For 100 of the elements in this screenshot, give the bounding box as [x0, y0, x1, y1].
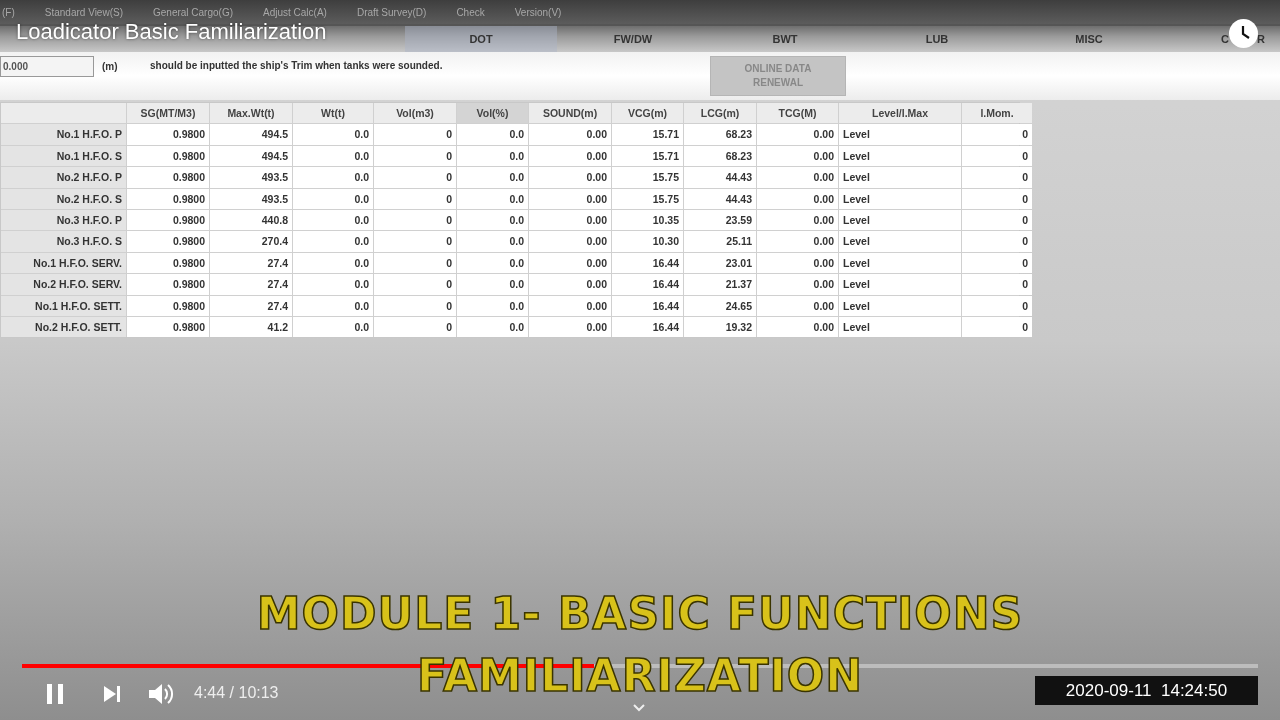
- table-cell: 0.0: [457, 252, 528, 274]
- tab[interactable]: FW/DW: [557, 26, 709, 52]
- table-cell: 0.0: [457, 124, 528, 145]
- table-cell: 0: [962, 252, 1032, 274]
- tab[interactable]: BWT: [709, 26, 861, 52]
- table-cell: Level: [839, 295, 961, 316]
- menu-item[interactable]: Check: [456, 6, 485, 18]
- table-cell: 0.0: [457, 295, 528, 316]
- table-cell: 0.0: [293, 188, 373, 209]
- table-cell: 0: [962, 231, 1032, 252]
- table-cell: 0: [962, 209, 1032, 231]
- menu-item[interactable]: Version(V): [514, 6, 562, 18]
- table-cell: 0.9800: [127, 295, 209, 316]
- table-cell: 0.9800: [127, 145, 209, 167]
- table-cell: 27.4: [210, 274, 292, 295]
- column-header[interactable]: VCG(m): [612, 103, 683, 124]
- column-header[interactable]: TCG(M): [757, 103, 838, 124]
- table-cell: 0: [374, 295, 456, 316]
- volume-icon[interactable]: [148, 682, 175, 706]
- column-header[interactable]: Max.Wt(t): [210, 103, 292, 124]
- tab[interactable]: C R: [1165, 26, 1280, 52]
- column-header[interactable]: Vol(%): [457, 103, 528, 124]
- table-cell: Level: [839, 188, 961, 209]
- menu-item[interactable]: Draft Survey(D): [356, 6, 427, 18]
- video-title[interactable]: Loadicator Basic Familiarization: [16, 19, 327, 45]
- table-cell: 0.9800: [127, 252, 209, 274]
- unit-label: (m): [102, 60, 119, 72]
- menu-item[interactable]: (F): [2, 6, 15, 18]
- video-caption: MODULE 1- BASIC FUNCTIONS: [256, 588, 1024, 639]
- table-cell: 0: [374, 316, 456, 338]
- table-cell: 0.00: [757, 231, 838, 252]
- chevron-down-icon[interactable]: [632, 703, 646, 713]
- table-cell: 0.00: [757, 252, 838, 274]
- menu-item[interactable]: Standard View(S): [44, 6, 123, 18]
- table-cell: 23.01: [684, 252, 756, 274]
- table-cell: 0.0: [457, 145, 528, 167]
- table-cell: 0: [962, 295, 1032, 316]
- table-cell: 0.0: [293, 167, 373, 188]
- row-label: No.3 H.F.O. P: [1, 209, 126, 231]
- table-cell: 0.9800: [127, 209, 209, 231]
- tab[interactable]: DOT: [405, 26, 557, 52]
- table-cell: 0.00: [529, 209, 611, 231]
- table-cell: 24.65: [684, 295, 756, 316]
- table-cell: 0: [962, 124, 1032, 145]
- table-cell: 0: [962, 145, 1032, 167]
- table-cell: 0.00: [529, 145, 611, 167]
- table-cell: 23.59: [684, 209, 756, 231]
- table-cell: Level: [839, 252, 961, 274]
- timestamp: 2020-09-11 14:24:50: [1035, 676, 1258, 705]
- table-cell: 16.44: [612, 274, 683, 295]
- table-cell: 0.00: [757, 295, 838, 316]
- table-cell: 0.00: [529, 167, 611, 188]
- table-cell: 16.44: [612, 252, 683, 274]
- menu-item[interactable]: Adjust Calc(A): [263, 6, 327, 18]
- menu-item[interactable]: General Cargo(G): [153, 6, 233, 18]
- table-cell: 0: [374, 274, 456, 295]
- column-header[interactable]: SG(MT/M3): [127, 103, 209, 124]
- table-cell: Level: [839, 274, 961, 295]
- table-cell: 0: [962, 167, 1032, 188]
- table-cell: 0: [962, 274, 1032, 295]
- column-header[interactable]: LCG(m): [684, 103, 756, 124]
- row-label: No.2 H.F.O. SERV.: [1, 274, 126, 295]
- time-display: 4:44 / 10:13: [194, 684, 279, 702]
- table-cell: 0: [374, 231, 456, 252]
- trim-field[interactable]: 0.000: [0, 56, 94, 77]
- table-cell: 44.43: [684, 167, 756, 188]
- table-cell: Level: [839, 124, 961, 145]
- table-cell: Level: [839, 145, 961, 167]
- table-cell: 0: [962, 316, 1032, 338]
- row-label: No.1 H.F.O. SERV.: [1, 252, 126, 274]
- table-cell: 0.0: [293, 252, 373, 274]
- next-icon[interactable]: [103, 685, 121, 703]
- pause-icon[interactable]: [46, 683, 64, 705]
- table-cell: 493.5: [210, 167, 292, 188]
- table-cell: 0.0: [457, 274, 528, 295]
- table-cell: 15.71: [612, 124, 683, 145]
- table-cell: 0.00: [757, 209, 838, 231]
- table-cell: Level: [839, 209, 961, 231]
- clock-icon[interactable]: [1229, 19, 1258, 48]
- table-cell: 0.00: [757, 274, 838, 295]
- table-cell: 27.4: [210, 252, 292, 274]
- table-cell: 21.37: [684, 274, 756, 295]
- video-caption: FAMILIARIZATION: [416, 650, 864, 701]
- column-header[interactable]: SOUND(m): [529, 103, 611, 124]
- table-cell: 0.0: [457, 188, 528, 209]
- table-cell: Level: [839, 316, 961, 338]
- table-cell: 15.71: [612, 145, 683, 167]
- tab[interactable]: MISC: [1013, 26, 1165, 52]
- tab[interactable]: LUB: [861, 26, 1013, 52]
- column-header[interactable]: Wt(t): [293, 103, 373, 124]
- table-cell: 0: [374, 188, 456, 209]
- table-cell: 16.44: [612, 316, 683, 338]
- table-cell: 0.00: [757, 124, 838, 145]
- column-header[interactable]: l.Mom.: [962, 103, 1032, 124]
- table-cell: 0.9800: [127, 188, 209, 209]
- table-cell: 0.9800: [127, 124, 209, 145]
- column-header[interactable]: Vol(m3): [374, 103, 456, 124]
- column-header[interactable]: Level/l.Max: [839, 103, 961, 124]
- table-cell: 0: [962, 188, 1032, 209]
- table-cell: 493.5: [210, 188, 292, 209]
